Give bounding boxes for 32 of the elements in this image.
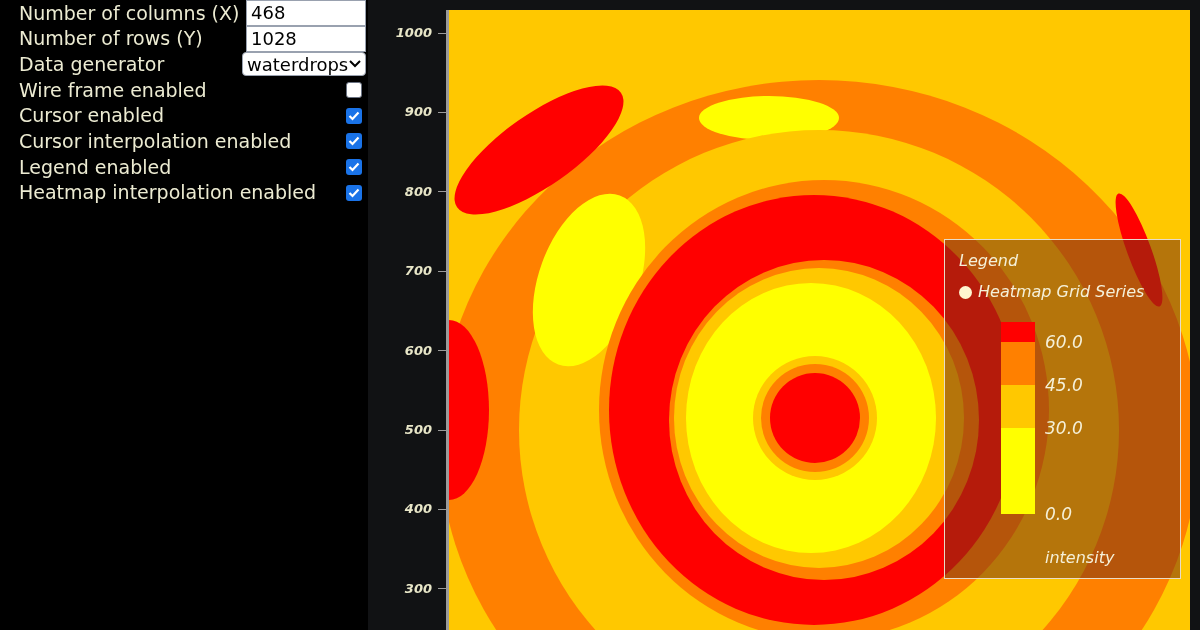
legend-axis-title: intensity — [1045, 547, 1115, 569]
chevron-down-icon — [349, 60, 361, 69]
axis-tick-label: 600 — [404, 341, 432, 360]
scale-label: 60.0 — [1045, 332, 1083, 352]
control-label: Cursor enabled — [19, 103, 164, 129]
axis-tick-label: 800 — [404, 182, 432, 201]
legend-title: Legend — [959, 250, 1019, 272]
axis-tick-label: 700 — [404, 262, 432, 281]
checkbox[interactable] — [346, 133, 362, 150]
control-label: Heatmap interpolation enabled — [19, 180, 317, 206]
control-label: Wire frame enabled — [19, 77, 207, 103]
control-label: Number of rows (Y) — [19, 26, 203, 52]
scale-label: 30.0 — [1045, 418, 1083, 438]
checkbox[interactable] — [346, 158, 362, 175]
number-field[interactable]: 1028 — [246, 25, 366, 52]
scale-label: 0.0 — [1045, 504, 1073, 524]
series-name: Heatmap Grid Series — [978, 281, 1145, 303]
control-label: Data generator — [19, 51, 165, 77]
checkbox[interactable] — [346, 184, 362, 201]
control-label: Legend enabled — [19, 154, 172, 180]
checkbox[interactable] — [346, 107, 362, 124]
generator-dropdown[interactable]: waterdrops — [242, 52, 366, 77]
checkbox[interactable] — [346, 81, 362, 98]
axis-tick-label: 1000 — [395, 24, 432, 42]
scale-label: 45.0 — [1045, 375, 1083, 395]
axis-tick-label: 400 — [404, 500, 432, 519]
control-label: Number of columns (X) — [19, 0, 240, 26]
axis-tick-label: 300 — [404, 579, 432, 598]
axis-tick-label: 900 — [404, 103, 432, 122]
axis-tick-label: 500 — [404, 421, 432, 439]
control-label: Cursor interpolation enabled — [19, 129, 292, 155]
number-field[interactable]: 468 — [246, 0, 366, 26]
